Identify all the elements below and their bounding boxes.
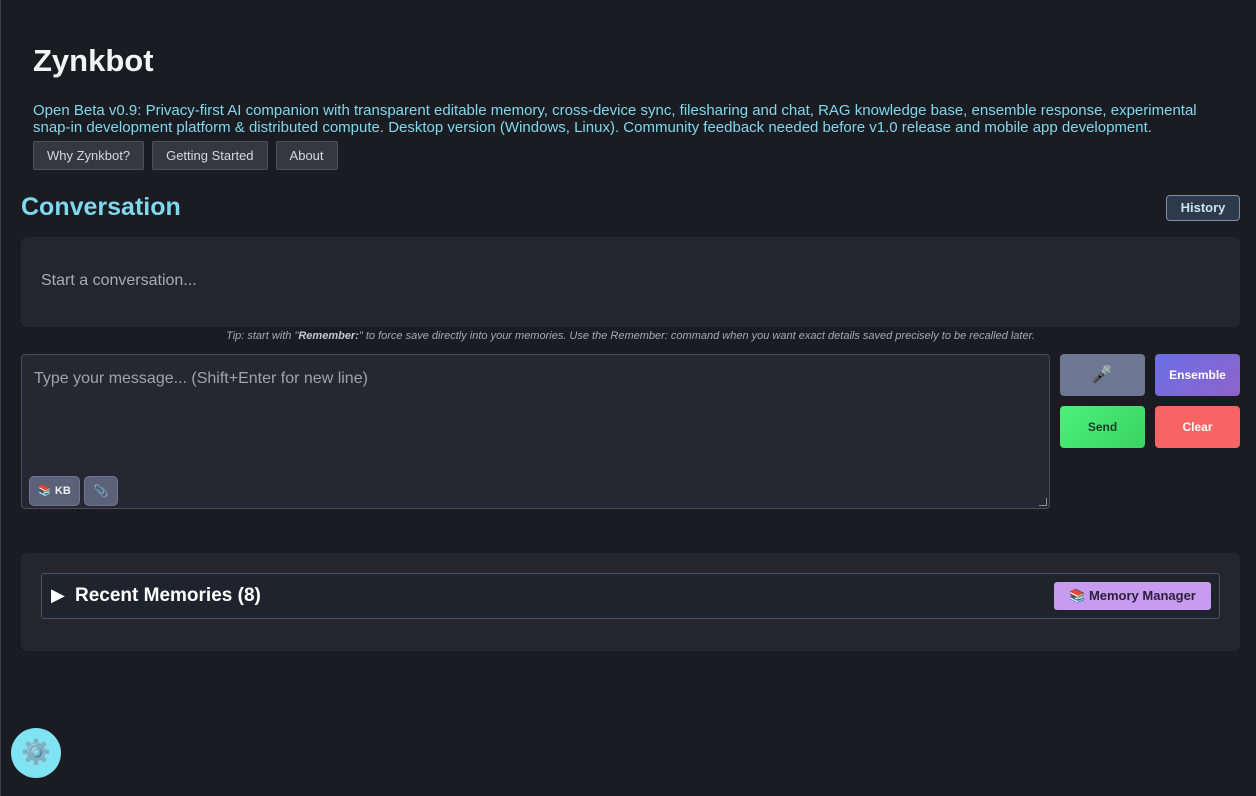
history-button[interactable]: History [1166, 195, 1240, 221]
conversation-empty-state: Start a conversation... [41, 272, 197, 289]
tip-text: Tip: start with "Remember:" to force sav… [21, 330, 1240, 342]
conversation-heading: Conversation [21, 193, 181, 221]
app-title: Zynkbot [33, 43, 154, 78]
message-input[interactable]: Type your message... (Shift+Enter for ne… [21, 354, 1050, 509]
top-nav: Why Zynkbot? Getting Started About [33, 141, 338, 170]
getting-started-button[interactable]: Getting Started [152, 141, 268, 170]
memories-panel: ▶ Recent Memories (8) 📚 Memory Manager [21, 553, 1240, 651]
app-window: Zynkbot Open Beta v0.9: Privacy-first AI… [0, 0, 1256, 796]
message-placeholder: Type your message... (Shift+Enter for ne… [34, 370, 368, 387]
gear-icon[interactable]: ⚙️ [11, 728, 61, 778]
microphone-icon[interactable]: 🎤 [1060, 354, 1145, 396]
about-button[interactable]: About [275, 141, 338, 170]
tip-keyword: Remember: [298, 330, 359, 342]
tip-suffix: " to force save directly into your memor… [358, 330, 1035, 342]
clear-button[interactable]: Clear [1155, 406, 1240, 448]
recent-memories-title: Recent Memories (8) [75, 585, 261, 606]
expand-triangle-icon[interactable]: ▶ [51, 585, 65, 606]
memory-manager-button[interactable]: 📚 Memory Manager [1054, 582, 1211, 610]
knowledge-base-button[interactable]: 📚 KB [29, 476, 80, 506]
app-description: Open Beta v0.9: Privacy-first AI compani… [33, 102, 1197, 136]
paperclip-icon[interactable]: 📎 [84, 476, 118, 506]
why-zynkbot-button[interactable]: Why Zynkbot? [33, 141, 145, 170]
tip-prefix: Tip: start with " [226, 330, 299, 342]
header: Zynkbot [33, 42, 1233, 80]
recent-memories-header[interactable]: ▶ Recent Memories (8) 📚 Memory Manager [41, 573, 1220, 619]
send-button[interactable]: Send [1060, 406, 1145, 448]
conversation-panel: Start a conversation... [21, 237, 1240, 327]
resize-handle[interactable] [1039, 498, 1047, 506]
ensemble-button[interactable]: Ensemble [1155, 354, 1240, 396]
